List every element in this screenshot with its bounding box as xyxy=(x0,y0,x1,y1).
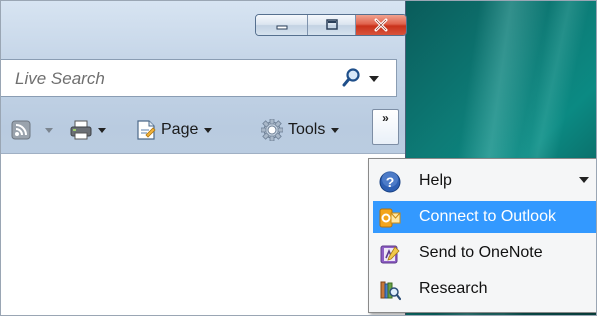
overflow-menu: ? Help Connect to Outlook Send to OneNot… xyxy=(368,158,596,313)
feeds-button[interactable] xyxy=(11,116,53,144)
page-menu-button[interactable]: Page xyxy=(135,116,213,144)
rss-feed-icon xyxy=(11,120,31,140)
close-button[interactable] xyxy=(356,15,406,35)
close-icon xyxy=(374,18,388,32)
search-dropdown-icon[interactable] xyxy=(369,76,379,82)
svg-text:?: ? xyxy=(386,174,395,190)
tools-dropdown-icon xyxy=(331,127,340,133)
submenu-arrow-icon xyxy=(579,177,589,183)
help-icon: ? xyxy=(379,171,401,193)
restore-icon xyxy=(325,19,338,30)
caption-buttons xyxy=(255,14,407,36)
outlook-icon xyxy=(379,208,401,228)
page-menu-label: Page xyxy=(161,121,199,138)
onenote-icon xyxy=(380,245,400,264)
menu-item-label: Help xyxy=(419,172,452,189)
search-bar[interactable]: Live Search xyxy=(1,59,397,97)
minimize-button[interactable] xyxy=(256,15,308,35)
menu-item-send-to-onenote[interactable]: Send to OneNote xyxy=(373,237,596,269)
search-icon[interactable] xyxy=(341,67,361,89)
gear-icon xyxy=(261,119,283,141)
research-icon xyxy=(380,281,401,301)
page-content-area xyxy=(1,153,405,315)
menu-item-label: Send to OneNote xyxy=(419,244,543,261)
screenshot-stage: Live Search Page Tools » ? Help Connect … xyxy=(0,0,597,316)
page-dropdown-icon xyxy=(204,127,213,133)
menu-item-label: Research xyxy=(419,280,488,297)
tools-menu-label: Tools xyxy=(288,121,326,138)
print-button[interactable] xyxy=(70,116,106,144)
search-input[interactable]: Live Search xyxy=(15,69,105,89)
command-bar: Page Tools xyxy=(1,107,405,153)
browser-window: Live Search Page Tools » xyxy=(1,1,407,315)
minimize-icon xyxy=(276,25,287,30)
toolbar-overflow-button[interactable]: » xyxy=(372,109,399,145)
menu-item-help[interactable]: ? Help xyxy=(373,165,596,197)
tools-menu-button[interactable]: Tools xyxy=(261,116,340,144)
menu-item-label: Connect to Outlook xyxy=(419,208,556,225)
menu-item-connect-to-outlook[interactable]: Connect to Outlook xyxy=(373,201,596,233)
print-icon xyxy=(70,120,92,140)
page-icon xyxy=(137,120,156,140)
maximize-button[interactable] xyxy=(308,15,356,35)
title-bar xyxy=(1,1,407,51)
feeds-dropdown-icon[interactable] xyxy=(45,127,53,133)
print-dropdown-icon[interactable] xyxy=(98,127,106,133)
menu-item-research[interactable]: Research xyxy=(373,273,596,305)
